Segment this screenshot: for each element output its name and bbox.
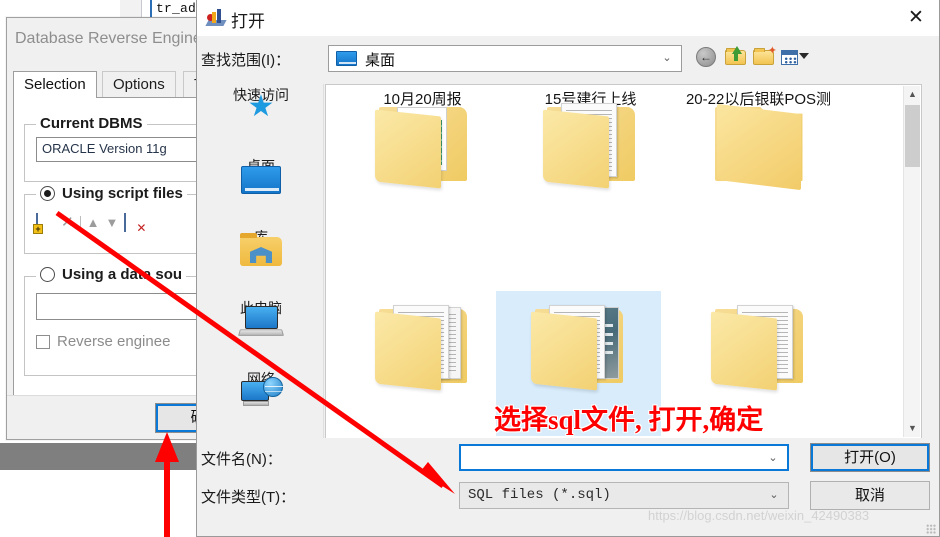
watermark-text: https://blog.csdn.net/weixin_42490383: [648, 508, 870, 523]
radio-using-script-files[interactable]: Using script files: [36, 185, 187, 202]
this-pc-icon: [237, 306, 285, 338]
add-file-icon[interactable]: +: [33, 213, 55, 234]
chevron-down-icon[interactable]: ⌄: [767, 452, 779, 464]
screenshot-root: tr_ad Database Reverse Engineering Selec…: [0, 0, 940, 537]
list-item[interactable]: 15号建行上线: [508, 89, 673, 244]
cancel-button[interactable]: 取消: [810, 481, 930, 510]
file-type-combo[interactable]: SQL files (*.sql) ⌄: [459, 482, 789, 509]
chevron-down-icon[interactable]: ⌄: [661, 52, 673, 64]
file-name-input[interactable]: [466, 449, 766, 468]
tab-selection[interactable]: Selection: [13, 71, 97, 98]
quick-access-star-icon: ★: [247, 90, 275, 123]
move-down-icon[interactable]: ▼: [105, 215, 118, 230]
folder-icon: [374, 301, 471, 391]
look-in-value: 桌面: [365, 52, 396, 69]
chevron-down-icon[interactable]: ⌄: [768, 489, 780, 501]
folder-icon: [542, 99, 639, 189]
remove-all-icon[interactable]: ✕: [124, 213, 146, 234]
desktop-background: [0, 470, 196, 537]
radio-datasource-indicator: [40, 267, 55, 282]
list-item[interactable]: 20-22以后银联POS测试要替换Impl: [676, 89, 841, 244]
scrollbar-thumb[interactable]: [905, 105, 920, 167]
reverse-engineer-checkbox[interactable]: Reverse enginee: [36, 333, 170, 350]
place-desktop[interactable]: 桌面: [198, 157, 324, 228]
folder-icon: [711, 99, 807, 191]
checkbox-label: Reverse enginee: [57, 333, 171, 350]
file-name-label: 文件名(N)：: [201, 451, 282, 468]
annotation-instruction: 选择sql文件, 打开,确定: [494, 405, 764, 435]
desktop-monitor-icon: [336, 51, 357, 66]
file-name-combo[interactable]: ⌄: [459, 444, 789, 471]
script-files-toolbar: + ✕ ▲ ▼ ✕: [33, 213, 146, 234]
list-item[interactable]: X 10月20周报: [340, 89, 505, 244]
folder-icon: [710, 301, 807, 391]
radio-script-label: Using script files: [62, 185, 183, 202]
list-item[interactable]: [340, 291, 505, 436]
file-list-scrollbar[interactable]: ▲ ▼: [903, 86, 920, 437]
scroll-up-icon[interactable]: ▲: [904, 86, 921, 103]
desktop-taskbar-band: [0, 443, 196, 470]
toolbar-separator: [79, 215, 81, 230]
library-folder-icon: [240, 233, 282, 266]
folder-icon: [530, 301, 627, 391]
place-this-pc[interactable]: 此电脑: [198, 299, 324, 370]
place-network[interactable]: 网络: [198, 370, 324, 441]
app-chart-icon: [205, 9, 227, 26]
radio-using-data-source[interactable]: Using a data sou: [36, 266, 187, 283]
open-dialog-titlebar: 打开 ✕: [197, 0, 939, 36]
network-icon: [239, 377, 283, 409]
desktop-monitor-icon: [241, 166, 281, 194]
open-dialog-title: 打开: [231, 12, 265, 31]
current-dbms-legend: Current DBMS: [36, 115, 147, 132]
place-quick-access[interactable]: ★ 快速访问: [198, 86, 324, 157]
look-in-label: 查找范围(I)：: [201, 52, 291, 69]
editor-text: tr_ad: [156, 1, 197, 16]
radio-datasource-label: Using a data sou: [62, 266, 183, 283]
scroll-down-icon[interactable]: ▼: [904, 420, 921, 437]
view-options-icon[interactable]: [780, 45, 809, 70]
folder-icon: X: [374, 99, 471, 189]
checkbox-indicator: [36, 334, 50, 349]
open-file-dialog: 打开 ✕ 查找范围(I)： 桌面 ⌄ ← ✦ ★ 快速访问 网络 10月20周报…: [196, 0, 940, 537]
radio-script-indicator: [40, 186, 55, 201]
file-list[interactable]: X 10月20周报 15号建行上线: [325, 84, 922, 439]
up-folder-icon[interactable]: [723, 45, 749, 70]
look-in-combo[interactable]: 桌面 ⌄: [328, 45, 682, 72]
delete-file-icon[interactable]: ✕: [61, 214, 74, 231]
file-type-value: SQL files (*.sql): [468, 487, 611, 503]
new-folder-icon[interactable]: ✦: [751, 45, 777, 70]
place-library[interactable]: 库: [198, 228, 324, 299]
back-icon[interactable]: ←: [694, 45, 720, 70]
tab-options[interactable]: Options: [102, 71, 176, 98]
open-button[interactable]: 打开(O): [810, 443, 930, 472]
places-sidebar: ★ 快速访问 桌面 库 此电脑 网络: [198, 84, 324, 439]
look-in-row: 查找范围(I)： 桌面 ⌄ ← ✦: [197, 36, 939, 84]
move-up-icon[interactable]: ▲: [87, 215, 100, 230]
resize-grip[interactable]: [926, 524, 936, 534]
file-type-label: 文件类型(T)：: [201, 489, 296, 506]
close-icon[interactable]: ✕: [893, 0, 939, 36]
